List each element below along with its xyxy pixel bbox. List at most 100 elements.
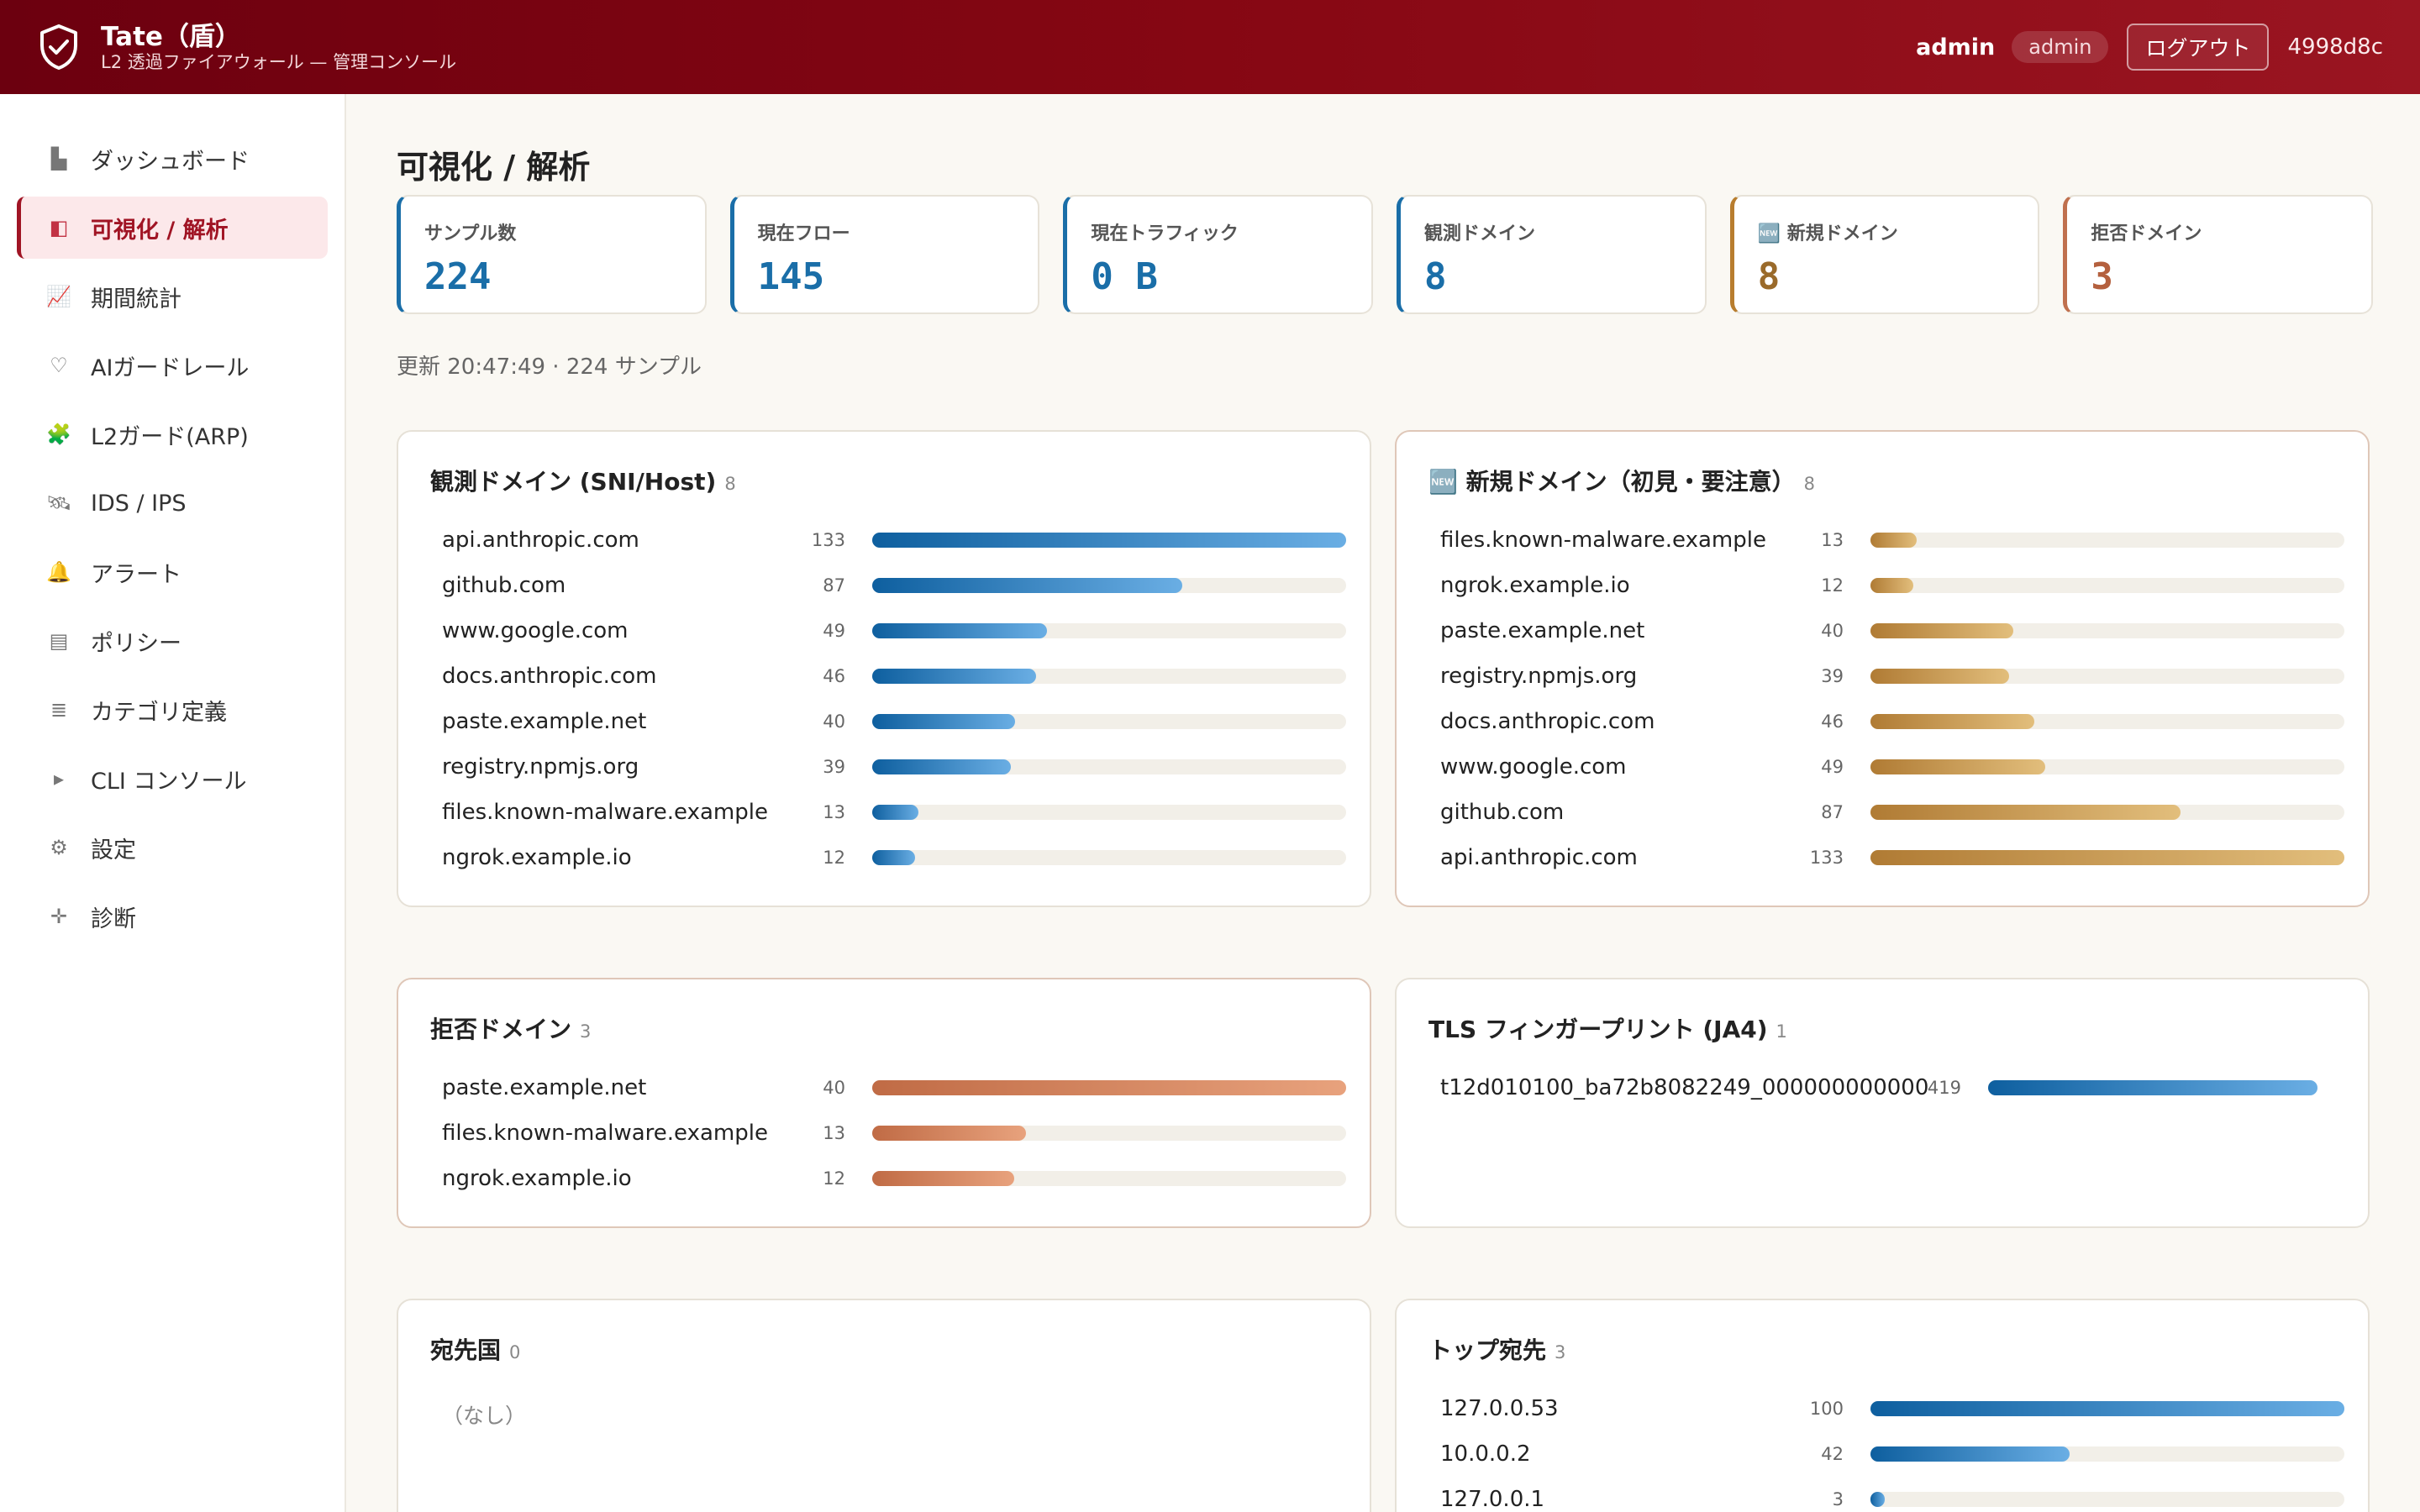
bar-track [1870, 533, 2344, 548]
app-title: Tate（盾） [101, 22, 241, 52]
panel-count: 0 [509, 1342, 521, 1362]
list-item: www.google.com 49 [442, 608, 1346, 654]
panel-title: 観測ドメイン (SNI/Host) 8 [430, 464, 736, 497]
list-item: files.known-malware.example 13 [1440, 517, 2344, 563]
panel-count: 3 [1555, 1342, 1566, 1362]
bar-fill [1870, 669, 2009, 684]
stat-label: 拒否ドメイン [2091, 223, 2202, 244]
bar-track [1988, 1080, 2317, 1095]
bar-track [1870, 623, 2344, 638]
stat-value: 224 [424, 255, 492, 298]
bell-icon: 🔔 [46, 560, 71, 584]
terminal-icon: ▸ [53, 767, 65, 790]
stat-label: 観測ドメイン [1424, 223, 1536, 244]
list-item: 127.0.0.1 3 [1440, 1477, 2344, 1512]
row-label: docs.anthropic.com [1440, 709, 1655, 734]
stat-card: 🆕 新規ドメイン 8 [1729, 195, 2040, 314]
app-subtitle: L2 透過ファイアウォール — 管理コンソール [101, 52, 457, 72]
sidebar-item-label: アラート [91, 561, 182, 588]
bar-list: api.anthropic.com 133 github.com 87 www.goog… [442, 517, 1346, 880]
list-item: docs.anthropic.com 46 [442, 654, 1346, 699]
bar-track [872, 669, 1346, 684]
top-destinations-panel: トップ宛先 3 127.0.0.53 100 10.0.0.2 42 127.0.0.1 3 [1395, 1299, 2370, 1512]
row-label: 127.0.0.53 [1440, 1396, 1559, 1421]
stat-cards: サンプル数 224 現在フロー 145 現在トラフィック 0 B 観測ドメイン 8 🆕 新規ドメ… [397, 195, 2374, 314]
panel-title: TLS フィンガープリント (JA4) 1 [1428, 1011, 1787, 1045]
bar-track [1870, 1401, 2344, 1416]
list-item: registry.npmjs.org 39 [1440, 654, 2344, 699]
stat-value: 0 B [1091, 255, 1158, 298]
list-item: api.anthropic.com 133 [1440, 835, 2344, 880]
sidebar-item[interactable]: 🔔 アラート [17, 541, 328, 603]
list-item: paste.example.net 40 [1440, 608, 2344, 654]
sidebar-item[interactable]: ▸ CLI コンソール [17, 748, 328, 810]
sidebar-item[interactable]: ✛ 診断 [17, 885, 328, 948]
stat-label: サンプル数 [424, 223, 517, 244]
bar-track [1870, 1492, 2344, 1507]
diagnostic-icon: ✛ [50, 905, 68, 928]
list-item: ngrok.example.io 12 [442, 835, 1346, 880]
row-label: registry.npmjs.org [1440, 664, 1638, 689]
list-item: api.anthropic.com 133 [442, 517, 1346, 563]
bar-fill [872, 669, 1036, 684]
stat-card: 現在トラフィック 0 B [1063, 195, 1374, 314]
panel-count: 1 [1776, 1021, 1787, 1042]
sidebar-item[interactable]: ▤ ポリシー [17, 610, 328, 672]
row-count: 3 [1832, 1489, 1844, 1509]
bar-track [872, 533, 1346, 548]
row-label: www.google.com [442, 618, 629, 643]
panel-title: トップ宛先 3 [1428, 1332, 1565, 1366]
panel-count: 8 [724, 474, 736, 494]
bar-fill [872, 1080, 1346, 1095]
main-content: 可視化 / 解析 サンプル数 224 現在フロー 145 現在トラフィック 0 B 観測ドメ… [397, 94, 2374, 383]
bar-fill [1870, 850, 2344, 865]
row-count: 39 [1821, 666, 1844, 686]
stat-value: 145 [757, 255, 825, 298]
row-count: 87 [823, 575, 845, 596]
row-label: api.anthropic.com [1440, 845, 1638, 870]
row-count: 133 [1809, 848, 1844, 868]
row-count: 40 [823, 711, 845, 732]
bar-fill [1870, 1492, 1885, 1507]
list-item: github.com 87 [442, 563, 1346, 608]
bar-track [872, 623, 1346, 638]
stat-card: サンプル数 224 [397, 195, 707, 314]
sidebar-item[interactable]: ⚙ 設定 [17, 816, 328, 879]
bar-track [1870, 805, 2344, 820]
bar-fill [872, 533, 1346, 548]
sidebar-item[interactable]: 🛰 IDS / IPS [17, 472, 328, 534]
bar-fill [872, 759, 1011, 774]
sidebar-item[interactable]: 🧩 L2ガード(ARP) [17, 403, 328, 465]
list-item: docs.anthropic.com 46 [1440, 699, 2344, 744]
list-item: 10.0.0.2 42 [1440, 1431, 2344, 1477]
sidebar-nav: ▙ ダッシュボード ◧ 可視化 / 解析 📈 期間統計 ♡ AIガードレール 🧩 L2ガード(AR… [0, 94, 346, 1512]
sidebar-item[interactable]: ♡ AIガードレール [17, 334, 328, 396]
row-label: api.anthropic.com [442, 528, 639, 553]
sidebar-item[interactable]: 📈 期間統計 [17, 265, 328, 328]
list-item: registry.npmjs.org 39 [442, 744, 1346, 790]
list-icon: ≣ [50, 698, 68, 722]
bar-track [1870, 578, 2344, 593]
stat-card: 現在フロー 145 [729, 195, 1040, 314]
row-count: 87 [1821, 802, 1844, 822]
bar-track [872, 759, 1346, 774]
sidebar-item[interactable]: ≣ カテゴリ定義 [17, 679, 328, 741]
puzzle-icon: 🧩 [46, 423, 71, 446]
sidebar-item-label: 診断 [91, 906, 136, 932]
row-label: github.com [1440, 800, 1565, 825]
bar-fill [1870, 623, 2013, 638]
sidebar-item-label: IDS / IPS [91, 490, 187, 517]
list-item: 127.0.0.53 100 [1440, 1386, 2344, 1431]
sidebar-item[interactable]: ▙ ダッシュボード [17, 128, 328, 190]
bar-track [872, 578, 1346, 593]
denied-domains-panel: 拒否ドメイン 3 paste.example.net 40 files.known-ma… [397, 978, 1371, 1228]
logout-button[interactable]: ログアウト [2127, 24, 2270, 71]
version-label: 4998d8c [2287, 34, 2383, 60]
sidebar-item-label: 可視化 / 解析 [91, 217, 229, 244]
bar-fill [872, 1126, 1026, 1141]
bar-fill [1870, 578, 1913, 593]
panel-title: 🆕 新規ドメイン（初見・要注意） 8 [1428, 464, 1815, 497]
stat-card: 拒否ドメイン 3 [2063, 195, 2374, 314]
row-count: 49 [1821, 757, 1844, 777]
sidebar-item[interactable]: ◧ 可視化 / 解析 [17, 197, 328, 259]
